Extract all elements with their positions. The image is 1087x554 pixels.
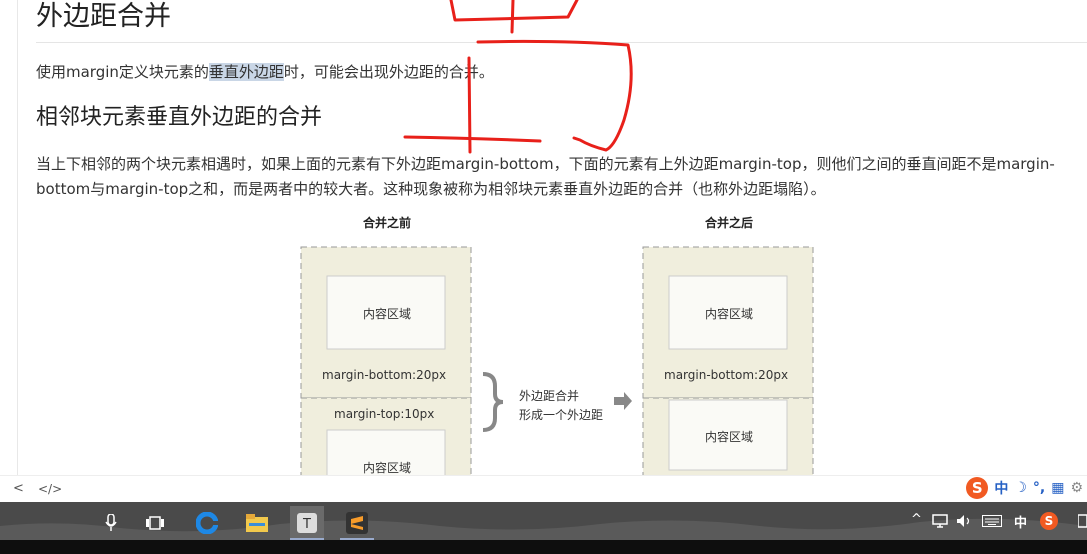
code-toolbar: < </>: [0, 475, 1087, 502]
pen-annotation: [403, 0, 633, 154]
ime-lang-toggle[interactable]: 中: [994, 478, 1008, 498]
ime-punctuation-icon[interactable]: °,: [1033, 480, 1045, 496]
pen-stroke-top-stem: [510, 0, 515, 34]
pen-stroke-box: [476, 39, 633, 152]
document-view: 外边距合并 使用margin定义块元素的垂直外边距时，可能会出现外边距的合并。 …: [0, 0, 1087, 475]
task-view-icon[interactable]: [138, 506, 172, 540]
notification-icon[interactable]: [1077, 514, 1087, 532]
ime-keyboard-icon[interactable]: ▦: [1051, 480, 1064, 496]
tray-chevron-icon[interactable]: ^: [911, 512, 922, 527]
ime-halfwidth-icon[interactable]: ☽: [1014, 480, 1027, 496]
keyboard-icon[interactable]: [982, 515, 1002, 531]
typora-app-button[interactable]: T: [290, 506, 324, 540]
sogou-logo-icon[interactable]: S: [966, 477, 989, 499]
edge-browser-icon[interactable]: [190, 506, 224, 540]
file-explorer-icon[interactable]: [240, 506, 274, 540]
ime-toolbar: S 中 ☽ °, ▦ ⚙: [966, 476, 1087, 500]
code-view-button[interactable]: </>: [38, 482, 62, 496]
sogou-tray-icon[interactable]: S: [1040, 512, 1058, 530]
volume-icon[interactable]: [956, 514, 972, 532]
screen-bottom-edge: [0, 540, 1087, 554]
ime-settings-icon[interactable]: ⚙: [1070, 480, 1083, 496]
input-language-indicator[interactable]: 中: [1014, 512, 1027, 531]
pen-stroke-horizontal: [403, 135, 542, 143]
network-icon[interactable]: [932, 514, 948, 532]
collapse-left-button[interactable]: <: [13, 481, 24, 496]
sublime-text-icon[interactable]: [340, 506, 374, 540]
microphone-icon[interactable]: [94, 506, 128, 540]
svg-text:T: T: [302, 517, 311, 532]
